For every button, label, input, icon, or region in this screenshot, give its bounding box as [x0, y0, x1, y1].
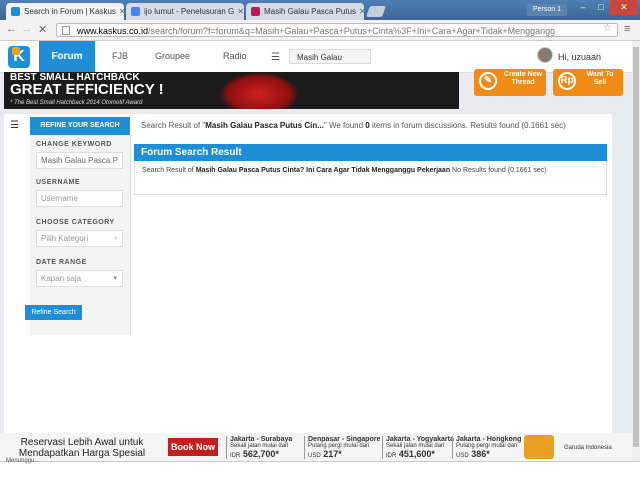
bottom-ad[interactable]: Reservasi Lebih Awal untuk Mendapatkan H…: [0, 433, 632, 461]
page-viewport: K Forum FJB Groupee Radio ☰ Masih Galau …: [0, 41, 632, 461]
bookmark-star-icon[interactable]: ☆: [603, 23, 612, 34]
chrome-menu-icon[interactable]: ≡: [624, 23, 630, 35]
logo-tag-icon: [12, 47, 20, 55]
chevron-right-icon: ›: [114, 235, 117, 242]
create-thread-label: Create New Thread: [503, 71, 543, 86]
nav-radio[interactable]: Radio: [223, 41, 247, 72]
avatar[interactable]: [537, 47, 553, 63]
keyword-label: CHANGE KEYWORD: [36, 141, 112, 148]
site-search-input[interactable]: Masih Galau: [289, 49, 371, 64]
car-image: [219, 72, 299, 109]
browser-tab-article[interactable]: Masih Galau Pasca Putus ✕: [246, 3, 364, 20]
search-content: ☰ REFINE YOUR SEARCH Search Result of "M…: [4, 114, 612, 442]
list-icon[interactable]: ☰: [271, 52, 280, 63]
caret-down-icon: ▾: [113, 275, 117, 282]
status-text: Menunggu...: [6, 458, 40, 464]
banner-line3: * The Best Small Hatchback 2014 Otomotif…: [10, 100, 143, 106]
want-to-sell-button[interactable]: Rp Want To Sell: [553, 69, 623, 96]
profile-button[interactable]: Person 1: [527, 4, 568, 16]
nav-forum[interactable]: Forum: [39, 41, 95, 72]
tab-title: Search in Forum | Kaskus: [24, 7, 116, 16]
want-to-sell-label: Want To Sell: [586, 71, 614, 86]
page-icon: [62, 26, 70, 35]
status-bar: Menunggu...: [0, 458, 640, 484]
forum-result-body: Search Result of Masih Galau Pasca Putus…: [134, 161, 607, 195]
result-summary: Search Result of "Masih Galau Pasca Putu…: [141, 121, 566, 130]
ad-offer: Denpasar - Singapore Pulang pergi mulai …: [304, 436, 382, 459]
sidebar-toggle-icon[interactable]: ☰: [10, 120, 19, 131]
username-label: USERNAME: [36, 179, 81, 186]
browser-tab-search-forum[interactable]: Search in Forum | Kaskus ✕: [6, 3, 124, 20]
book-now-button[interactable]: Book Now: [168, 438, 218, 456]
refine-title: REFINE YOUR SEARCH: [30, 117, 130, 135]
rupiah-icon: Rp: [558, 72, 576, 90]
garuda-logo: Garuda Indonesia: [564, 445, 612, 451]
tab-title: ijo lumut - Penelusuran G: [144, 7, 235, 16]
close-window-icon[interactable]: ✕: [610, 0, 638, 15]
close-tab-icon[interactable]: ✕: [116, 7, 124, 16]
forward-icon[interactable]: →: [21, 23, 32, 35]
scrollbar-thumb[interactable]: [633, 47, 639, 447]
maximize-icon[interactable]: □: [592, 0, 610, 15]
user-greeting[interactable]: Hi, uzuaan: [558, 52, 601, 62]
address-bar[interactable]: www.kaskus.co.id/search/forum?f=forum&q=…: [56, 23, 618, 37]
minimize-icon[interactable]: –: [574, 0, 592, 15]
back-icon[interactable]: ←: [6, 23, 17, 35]
google-favicon-icon: [131, 7, 140, 16]
forum-result-title: Forum Search Result: [134, 144, 607, 161]
close-tab-icon[interactable]: ✕: [234, 7, 244, 16]
date-select[interactable]: Kapan saja ▾: [36, 270, 123, 287]
ad-offer: Jakarta - Surabaya Sekali jalan mulai da…: [226, 436, 304, 459]
browser-tab-google[interactable]: ijo lumut - Penelusuran G ✕: [126, 3, 244, 20]
scrollbar[interactable]: [632, 41, 640, 461]
browser-titlebar: Search in Forum | Kaskus ✕ ijo lumut - P…: [0, 0, 640, 20]
kaskus-logo[interactable]: K: [8, 46, 30, 68]
banner-line2: GREAT EFFICIENCY !: [10, 81, 164, 98]
article-favicon-icon: [251, 7, 260, 16]
new-tab-button[interactable]: [365, 6, 387, 17]
nav-fjb[interactable]: FJB: [112, 41, 128, 72]
username-input[interactable]: Username: [36, 190, 123, 207]
pencil-icon: ✎: [479, 72, 497, 90]
ad-headline: Reservasi Lebih Awal untuk Mendapatkan H…: [18, 437, 146, 459]
create-thread-button[interactable]: ✎ Create New Thread: [474, 69, 546, 96]
nav-groupee[interactable]: Groupee: [155, 41, 190, 72]
refine-search-button[interactable]: Refine Search: [25, 305, 82, 320]
category-label: CHOOSE CATEGORY: [36, 219, 115, 226]
ad-offer: Jakarta - Hongkong Pulang pergi mulai da…: [452, 436, 522, 459]
category-select[interactable]: Pilih Kategori ›: [36, 230, 123, 247]
close-tab-icon[interactable]: ✕: [356, 7, 364, 16]
ad-offer: Jakarta - Yogyakarta Sekali jalan mulai …: [382, 436, 460, 459]
url-path: /search/forum?f=forum&q=Masih+Galau+Pasc…: [148, 26, 556, 36]
date-label: DATE RANGE: [36, 259, 87, 266]
close-loading-icon[interactable]: ✕: [38, 23, 47, 36]
ad-banner[interactable]: BEST SMALL HATCHBACK GREAT EFFICIENCY ! …: [4, 72, 459, 109]
kaskus-favicon-icon: [11, 7, 20, 16]
tab-title: Masih Galau Pasca Putus: [264, 7, 357, 16]
keyword-input[interactable]: Masih Galau Pasca P: [36, 152, 123, 169]
url-host: www.kaskus.co.id: [77, 26, 149, 36]
promo-image: [524, 435, 554, 459]
browser-toolbar: ← → ✕ www.kaskus.co.id/search/forum?f=fo…: [0, 20, 640, 41]
